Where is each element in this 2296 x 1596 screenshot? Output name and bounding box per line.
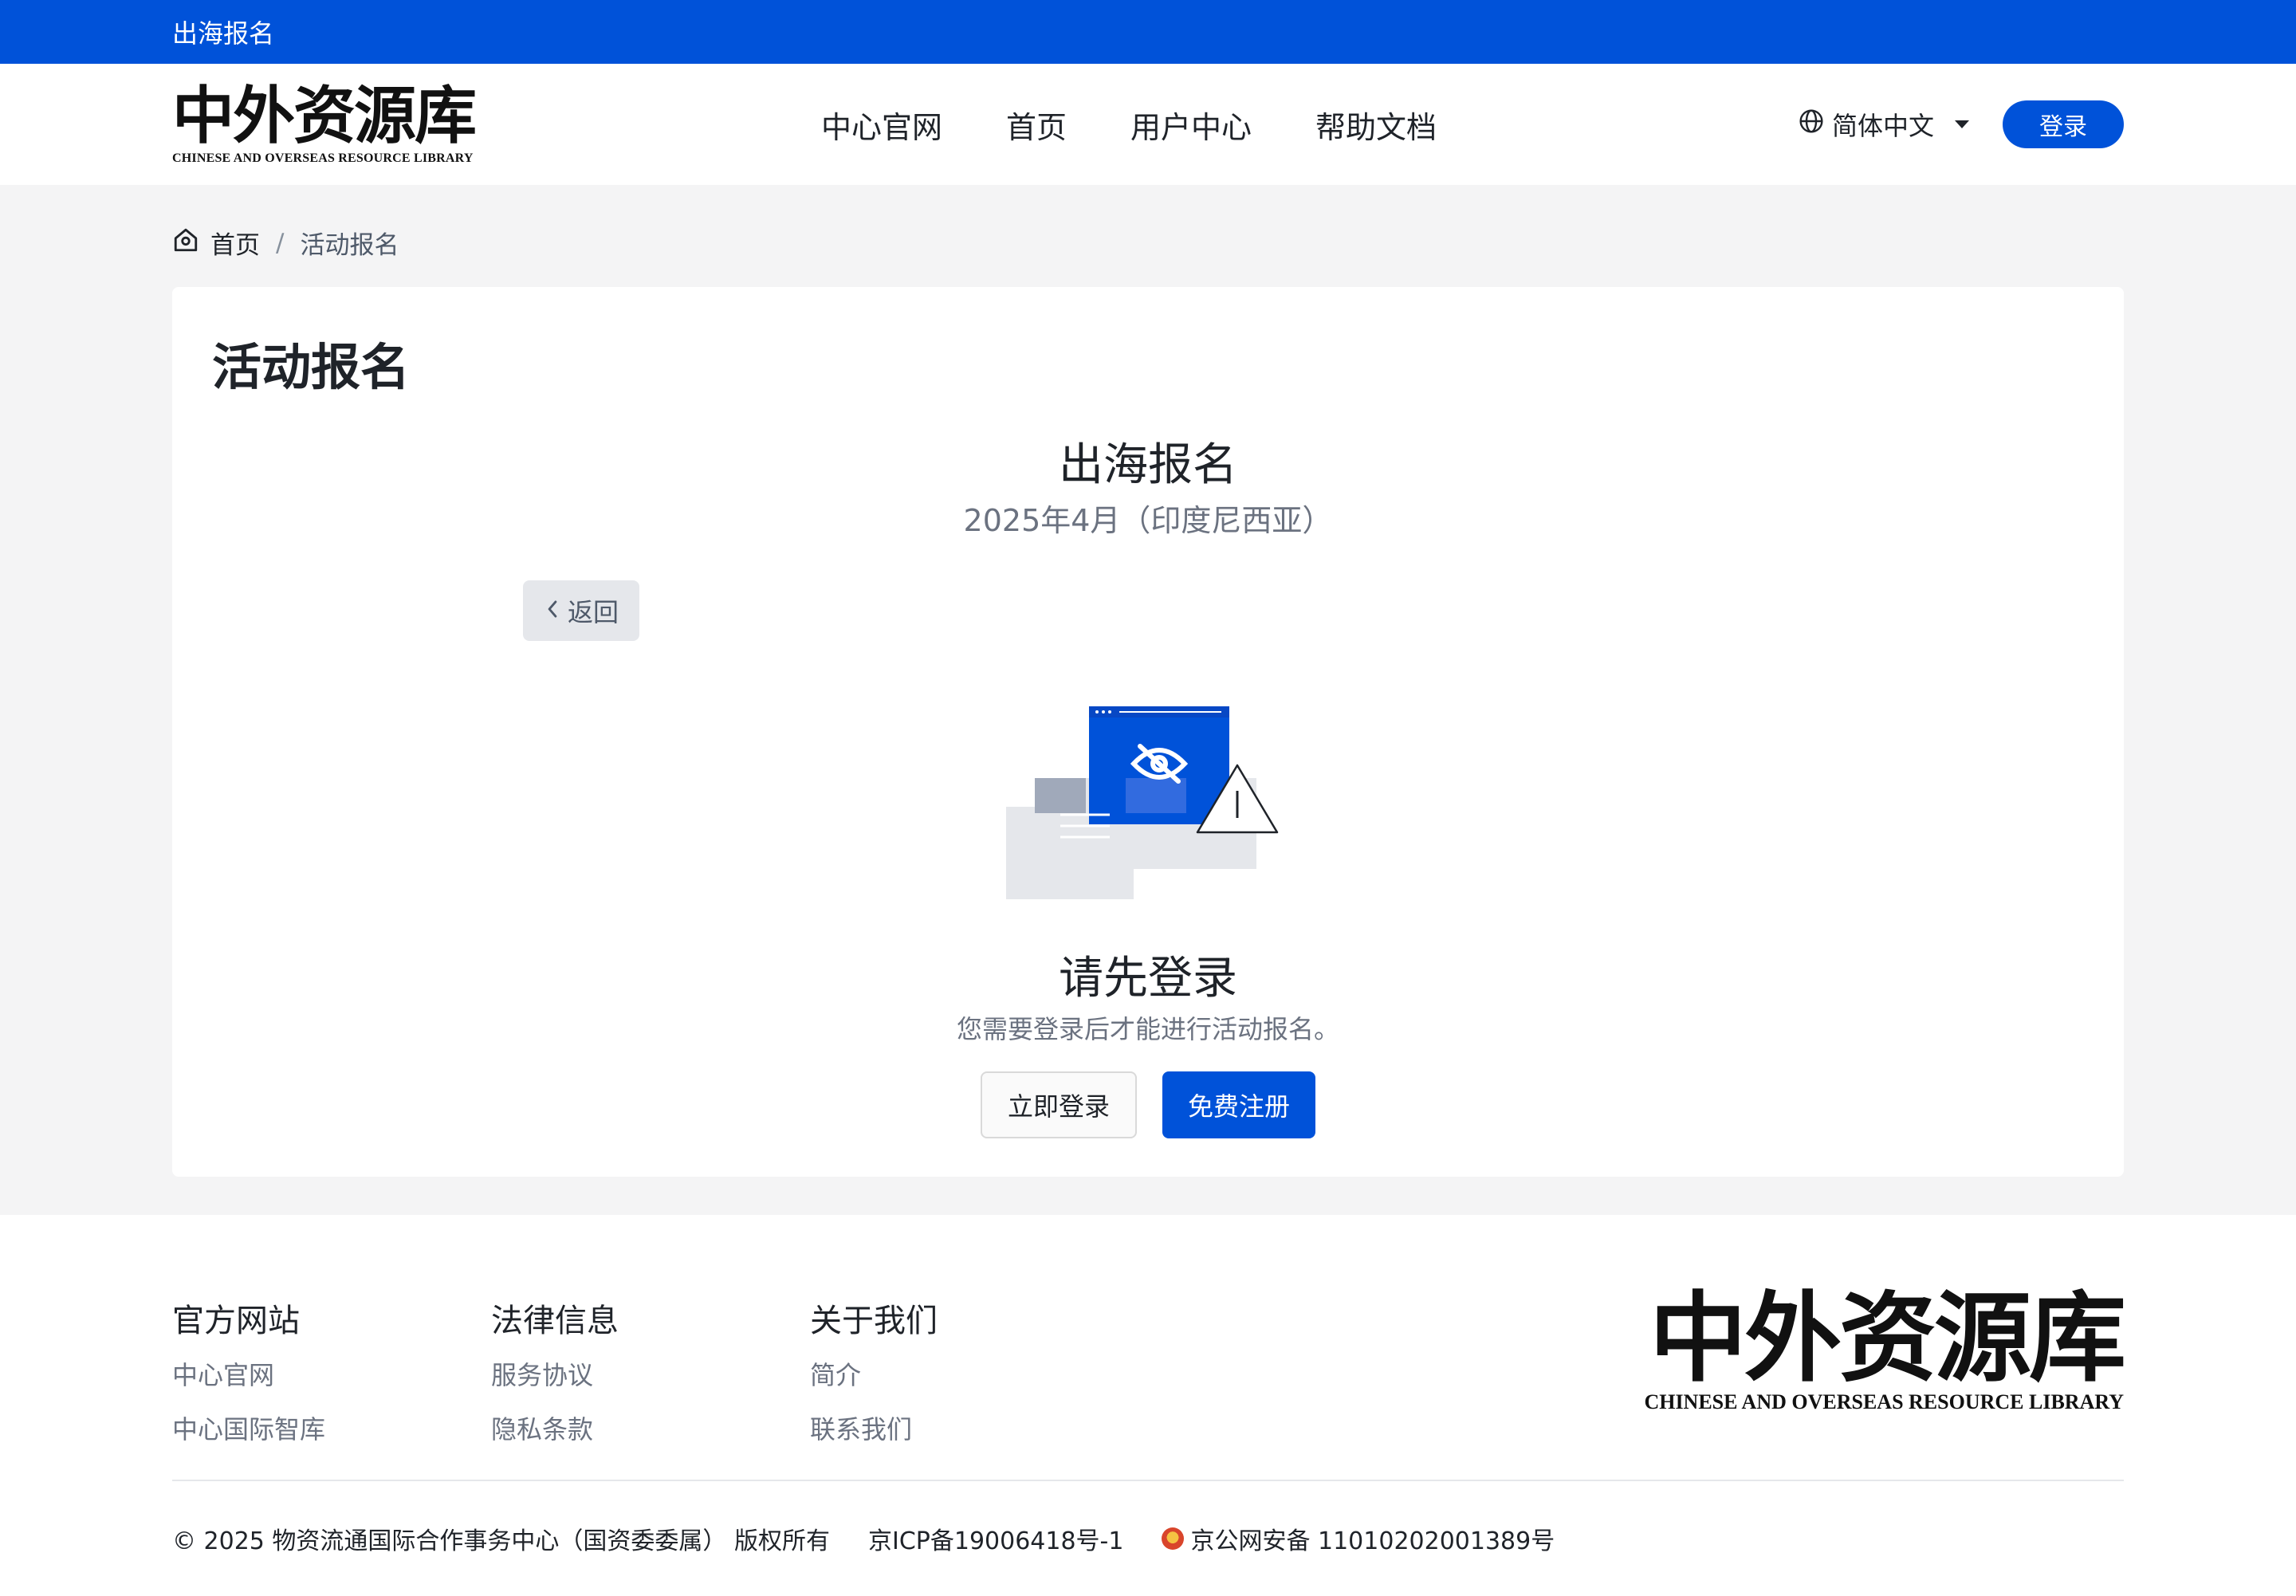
login-required-title: 请先登录 (1059, 953, 1237, 1004)
site-footer: 官方网站 中心官网 中心国际智库 法律信息 服务协议 隐私条款 关于我们 简介 … (0, 1215, 2296, 1596)
login-now-button[interactable]: 立即登录 (981, 1071, 1137, 1138)
logo-text-cn: 中外资源库 (172, 80, 477, 152)
globe-icon (1799, 108, 1824, 140)
footer-bottom-bar: © 2025 物资流通国际合作事务中心（国资委委属） 版权所有 京ICP备190… (172, 1521, 1555, 1556)
nav-item-home[interactable]: 首页 (1006, 103, 1067, 147)
footer-logo-cn: 中外资源库 (1649, 1280, 2126, 1395)
language-label: 简体中文 (1832, 111, 1935, 141)
logo-text-en: CHINESE AND OVERSEAS RESOURCE LIBRARY (172, 151, 474, 165)
chevron-left-icon (544, 596, 561, 626)
home-icon (172, 226, 199, 260)
footer-divider (172, 1480, 2124, 1481)
footer-logo: 中外资源库 CHINESE AND OVERSEAS RESOURCE LIBR… (1644, 1280, 2126, 1414)
back-button[interactable]: 返回 (523, 580, 639, 641)
footer-link[interactable]: 简介 (810, 1355, 938, 1392)
footer-link[interactable]: 中心官网 (172, 1355, 325, 1392)
back-label: 返回 (567, 597, 619, 627)
nav-item-official-site[interactable]: 中心官网 (821, 103, 942, 147)
login-required-illustration (1006, 706, 1293, 914)
footer-link[interactable]: 中心国际智库 (172, 1409, 325, 1446)
police-badge-icon (1162, 1527, 1185, 1550)
footer-logo-en: CHINESE AND OVERSEAS RESOURCE LIBRARY (1644, 1390, 2124, 1413)
footer-link[interactable]: 联系我们 (810, 1409, 938, 1446)
breadcrumb-current: 活动报名 (300, 231, 399, 260)
event-subtitle: 2025年4月（印度尼西亚） (963, 503, 1333, 538)
register-free-button[interactable]: 免费注册 (1162, 1071, 1315, 1138)
nav-item-user-center[interactable]: 用户中心 (1130, 103, 1252, 147)
footer-column-about: 关于我们 简介 联系我们 (810, 1295, 938, 1464)
breadcrumb-home-link[interactable]: 首页 (210, 225, 260, 261)
banner-title: 出海报名 (172, 18, 275, 49)
icp-record-link[interactable]: 京ICP备19006418号-1 (868, 1521, 1124, 1556)
main-navbar: 中外资源库 CHINESE AND OVERSEAS RESOURCE LIBR… (0, 64, 2296, 185)
language-switcher[interactable]: 简体中文 (1799, 64, 1970, 185)
footer-link[interactable]: 隐私条款 (491, 1409, 619, 1446)
event-title: 出海报名 (1059, 439, 1237, 491)
footer-link[interactable]: 服务协议 (491, 1355, 619, 1392)
caret-down-icon (1955, 120, 1970, 128)
login-required-description: 您需要登录后才能进行活动报名。 (956, 1014, 1339, 1044)
header-login-button[interactable]: 登录 (2003, 100, 2124, 148)
content-card: 活动报名 出海报名 2025年4月（印度尼西亚） 返回 请先登录 您需要登录后才… (172, 287, 2124, 1177)
nav-item-help-docs[interactable]: 帮助文档 (1315, 103, 1437, 147)
breadcrumb-separator: / (276, 228, 285, 257)
primary-nav: 中心官网 首页 用户中心 帮助文档 (821, 64, 1437, 185)
footer-column-title: 官方网站 (172, 1303, 300, 1339)
page-title: 活动报名 (212, 338, 411, 396)
site-logo[interactable]: 中外资源库 CHINESE AND OVERSEAS RESOURCE LIBR… (172, 83, 482, 166)
police-record-link[interactable]: 京公网安备 11010202001389号 (1190, 1521, 1555, 1556)
breadcrumb: 首页 / 活动报名 (172, 225, 399, 261)
footer-column-legal: 法律信息 服务协议 隐私条款 (491, 1295, 619, 1464)
footer-column-title: 法律信息 (491, 1303, 619, 1339)
copyright-text: © 2025 物资流通国际合作事务中心（国资委委属） 版权所有 (172, 1527, 830, 1555)
footer-column-official: 官方网站 中心官网 中心国际智库 (172, 1295, 325, 1464)
top-banner: 出海报名 (0, 0, 2296, 64)
footer-column-title: 关于我们 (810, 1303, 938, 1339)
